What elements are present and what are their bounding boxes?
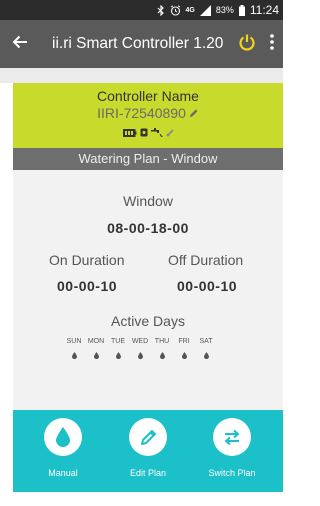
window-label: Window (123, 193, 173, 209)
controller-header: Controller Name IIRI-72540890 (13, 83, 283, 148)
water-drop-icon (159, 352, 165, 359)
back-button[interactable] (0, 20, 40, 68)
clock: 11:24 (249, 3, 279, 17)
manual-label: Manual (48, 468, 78, 478)
window-value: 08-00-18-00 (107, 220, 189, 236)
battery-icon (238, 4, 245, 16)
top-spacer (0, 68, 283, 83)
manual-circle (44, 418, 82, 456)
watering-plan-bar: Watering Plan - Window (13, 148, 283, 170)
switch-plan-label: Switch Plan (208, 468, 256, 478)
app-title: ii.ri Smart Controller 1.20 (52, 35, 224, 52)
tap-icon (150, 124, 163, 142)
bluetooth-icon (157, 4, 165, 16)
day-label: SAT (199, 338, 213, 345)
alarm-icon (170, 4, 181, 16)
app-bar: ii.ri Smart Controller 1.20 (0, 20, 283, 68)
water-drop-icon (71, 352, 77, 359)
active-days-label: Active Days (111, 313, 185, 329)
controller-name-label: Controller Name (97, 88, 199, 104)
battery-percent: 83% (215, 5, 234, 15)
day-wed: WED (129, 338, 151, 359)
on-duration-value: 00-00-10 (57, 278, 118, 294)
off-duration-label: Off Duration (168, 252, 244, 268)
edit-plan-button[interactable]: Edit Plan (113, 418, 183, 478)
controller-id-row[interactable]: IIRI-72540890 (13, 105, 283, 121)
action-bar: Manual Edit Plan Switch Plan (13, 410, 283, 492)
manual-button[interactable]: Manual (28, 418, 98, 478)
day-tue: TUE (107, 338, 129, 359)
day-label: THU (154, 338, 170, 345)
day-mon: MON (85, 338, 107, 359)
day-thu: THU (151, 338, 173, 359)
network-type: 4G (185, 6, 195, 14)
edit-pencil-icon[interactable] (189, 105, 199, 121)
bottom-spacer (0, 492, 283, 506)
plan-details: Window 08-00-18-00 On Duration 00-00-10 … (13, 170, 283, 410)
day-sun: SUN (63, 338, 85, 359)
more-vert-icon (270, 33, 274, 55)
controller-status-icons (13, 124, 283, 142)
water-drop-icon (56, 427, 70, 447)
signal-icon (199, 4, 211, 16)
edit-plan-circle (129, 418, 167, 456)
active-days-row: SUN MON TUE WED THU FRI SAT (63, 338, 217, 359)
more-options-button[interactable] (261, 20, 283, 68)
switch-plan-circle (213, 418, 251, 456)
status-bar: 4G 83% 11:24 (0, 0, 283, 20)
pencil-icon (140, 429, 156, 445)
on-duration-label: On Duration (49, 252, 125, 268)
water-drop-icon (115, 352, 121, 359)
off-duration-value: 00-00-10 (177, 278, 238, 294)
back-arrow-icon (12, 35, 28, 54)
day-label: MON (87, 338, 105, 345)
day-label: FRI (178, 338, 190, 345)
sensor-icon (140, 124, 148, 142)
day-label: WED (131, 338, 149, 345)
power-icon (238, 33, 256, 56)
day-label: TUE (111, 338, 125, 345)
water-drop-icon (137, 352, 143, 359)
left-margin (0, 83, 13, 492)
water-drop-icon (181, 352, 187, 359)
controller-id: IIRI-72540890 (97, 105, 186, 121)
power-button[interactable] (233, 20, 261, 68)
day-label: SUN (66, 338, 82, 345)
water-drop-icon (93, 352, 99, 359)
battery-status-icon (122, 124, 137, 142)
day-fri: FRI (173, 338, 195, 359)
switch-plan-button[interactable]: Switch Plan (197, 418, 267, 478)
edit-plan-label: Edit Plan (129, 468, 167, 478)
wifi-link-icon (165, 124, 174, 142)
water-drop-icon (203, 352, 209, 359)
day-sat: SAT (195, 338, 217, 359)
swap-arrows-icon (224, 429, 240, 445)
